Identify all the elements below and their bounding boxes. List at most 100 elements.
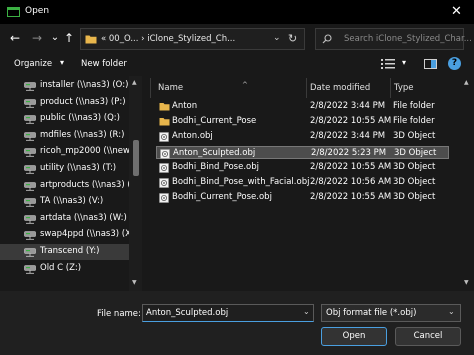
sidebar-item-label: Transcend (Y:) [40,246,100,256]
caret-down-icon[interactable]: ▾ [60,58,64,67]
close-button[interactable]: ✕ [439,0,474,24]
forward-button[interactable]: → [30,30,44,46]
sidebar-item-drive[interactable]: Old C (Z:) [0,261,129,277]
file-name-label: File name: [97,309,141,319]
file-row[interactable]: Bodhi_Current_Pose.obj 2/8/2022 10:55 AM 3… [156,191,449,205]
3d-object-file-icon [159,162,169,176]
file-row[interactable]: Anton_Sculpted.obj 2/8/2022 5:23 PM 3D Obj… [156,145,449,162]
file-name: Bodhi_Current_Pose.obj [172,192,272,203]
file-type: 3D Object [393,192,436,203]
scroll-up-icon[interactable]: ▲ [132,79,137,86]
sidebar-scrollbar[interactable]: ▲ ▼ [129,76,142,291]
new-folder-button[interactable]: New folder [81,59,127,69]
folder-icon [159,102,170,114]
folder-icon [85,34,97,47]
file-row[interactable]: Anton.obj 2/8/2022 3:44 PM 3D Object [156,130,449,144]
file-name: Anton_Sculpted.obj [173,147,256,158]
scroll-up-icon[interactable]: ▲ [464,79,469,86]
sidebar-item-drive[interactable]: public (\\nas3) (Q:) [0,111,129,127]
network-drive-icon [24,214,36,227]
sidebar-item-label: ricoh_mp2000 (\\newc [40,146,135,157]
file-name: Anton [172,101,198,111]
column-header-name[interactable]: Name ^ [156,79,306,97]
column-header-date[interactable]: Date modified [310,79,390,97]
refresh-icon[interactable]: ↻ [288,32,297,45]
sidebar-item-drive[interactable]: mdfiles (\\nas3) (R:) [0,128,129,144]
sidebar-item-drive[interactable]: TA (\\nas3) (V:) [0,194,129,210]
file-row[interactable]: Anton 2/8/2022 3:44 PM File folder [156,100,449,114]
recent-locations-button[interactable]: ⌄ [48,30,62,46]
window-title: Open [25,6,50,16]
file-name: Bodhi_Bind_Pose_with_Facial.obj [172,177,310,187]
file-date: 2/8/2022 3:44 PM [310,131,386,142]
file-type-select[interactable]: Obj format file (*.obj) ⌄ [321,304,461,322]
file-list-scrollbar[interactable]: ▲ ▼ [462,76,474,291]
file-date: 2/8/2022 10:55 AM [310,192,392,203]
network-drive-icon [24,198,36,210]
sidebar-item-label: swap4ppd (\\nas3) (X:) [40,229,138,240]
scrollbar-thumb[interactable] [133,140,139,176]
caret-down-icon[interactable]: ▾ [402,58,406,67]
sidebar-item-label: Old C (Z:) [40,262,82,273]
sidebar-item-drive[interactable]: utility (\\nas3) (T:) [0,161,129,177]
3d-object-file-icon [160,148,170,162]
sidebar-item-drive[interactable]: artproducts (\\nas3) (U [0,178,137,194]
file-date: 2/8/2022 5:23 PM [311,147,387,158]
breadcrumb[interactable]: « 00_O... › iClone_Stylized_Ch... [101,34,235,44]
app-icon [7,6,20,17]
file-type-value[interactable]: Obj format file (*.obj) [326,308,416,318]
column-header-name-label: Name [158,83,184,93]
sidebar-item-drive[interactable]: swap4ppd (\\nas3) (X:) [0,227,137,243]
search-box[interactable]: Search iClone_Stylized_Char... [315,28,472,50]
sort-ascending-icon: ^ [242,81,248,89]
sidebar-item-label: installer (\\nas3) (O:) [40,80,129,90]
column-divider[interactable] [306,78,307,98]
network-drive-icon [24,98,36,111]
title-bar: Open ✕ [0,0,474,24]
address-bar[interactable]: « 00_O... › iClone_Stylized_Ch... ⌄ ↻ [80,28,305,50]
sidebar-item-label: TA (\\nas3) (V:) [40,196,104,207]
chevron-down-icon[interactable]: ⌄ [303,307,310,316]
sidebar-item-drive[interactable]: ricoh_mp2000 (\\newc [0,144,135,160]
file-name-value[interactable]: Anton_Sculpted.obj [146,308,228,318]
navigation-pane: installer (\\nas3) (O:) product (\\nas3) … [0,76,142,291]
network-drive-icon [24,231,36,243]
search-input[interactable]: Search iClone_Stylized_Char... [344,34,472,44]
view-options-icon[interactable] [381,59,395,72]
chevron-down-icon[interactable]: ⌄ [448,307,455,316]
file-name-input[interactable]: Anton_Sculpted.obj ⌄ [142,304,314,322]
open-button[interactable]: Open [321,327,387,346]
cancel-button[interactable]: Cancel [395,327,461,346]
network-drive-icon [24,248,36,260]
file-type: File folder [393,116,435,127]
back-button[interactable]: ← [8,30,22,46]
network-drive-icon [24,148,36,160]
navigation-bar: ← → ⌄ ↑ « 00_O... › iClone_Stylized_Ch..… [0,24,474,54]
network-drive-icon [24,115,36,127]
file-row[interactable]: Bodhi_Bind_Pose.obj 2/8/2022 10:55 AM 3D O… [156,161,449,175]
3d-object-file-icon [159,193,169,206]
sidebar-item-label: artdata (\\nas3) (W:) [40,212,127,223]
sidebar-item-drive[interactable]: installer (\\nas3) (O:) [0,78,129,94]
preview-pane-icon[interactable] [424,59,437,72]
sidebar-item-drive[interactable]: artdata (\\nas3) (W:) [0,211,129,227]
network-drive-icon [24,131,36,144]
scroll-down-icon[interactable]: ▼ [464,279,469,286]
network-drive-icon [24,181,36,194]
scroll-down-icon[interactable]: ▼ [132,279,137,286]
sidebar-item-drive[interactable]: Transcend (Y:) [0,244,129,260]
help-icon[interactable]: ? [448,57,461,70]
sidebar-item-label: utility (\\nas3) (T:) [40,163,117,173]
sidebar-item-label: product (\\nas3) (P:) [40,96,126,107]
network-drive-icon [24,165,36,177]
column-divider[interactable] [390,78,391,98]
3d-object-file-icon [159,132,169,145]
column-header-type[interactable]: Type [394,79,454,97]
file-row[interactable]: Bodhi_Bind_Pose_with_Facial.obj 2/8/2022 … [156,176,449,190]
file-type: 3D Object [394,147,437,158]
file-row[interactable]: Bodhi_Current_Pose 2/8/2022 10:55 AM File … [156,115,449,129]
up-button[interactable]: ↑ [62,30,76,46]
organize-button[interactable]: Organize [14,59,52,69]
chevron-down-icon[interactable]: ⌄ [273,33,281,43]
sidebar-item-drive[interactable]: product (\\nas3) (P:) [0,95,129,111]
